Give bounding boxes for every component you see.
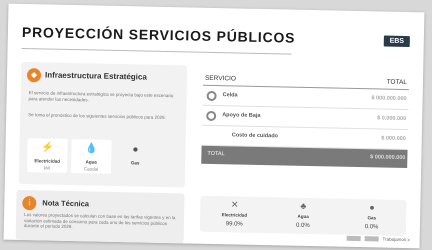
row-service-name: Celda <box>222 92 238 99</box>
infrastructure-forecast-note: Se toma el pronóstico de los siguientes … <box>28 112 166 120</box>
stat-value: 0.0% <box>296 222 310 230</box>
row-service-name: Apoyo de Baja <box>222 112 261 119</box>
mini-card-label: Electricidad <box>34 158 61 164</box>
water-drop-icon: ♣ <box>300 200 307 211</box>
radio-icon[interactable] <box>206 110 217 122</box>
page-title: PROYECCIÓN SERVICIOS PÚBLICOS <box>21 23 296 46</box>
mini-card-label: Agua <box>85 159 97 165</box>
column-header-total: TOTAL <box>386 78 408 87</box>
flame-icon: ● <box>132 144 139 156</box>
stat-water: ♣ Agua 0.0% <box>275 197 332 234</box>
column-header-service: SERVICIO <box>204 74 237 83</box>
table-total-row: TOTAL $ 000.000.000 <box>201 145 408 169</box>
info-icon: i <box>22 196 37 211</box>
services-table: SERVICIO TOTAL Celda $ 000.000.000 Apoyo… <box>201 73 410 169</box>
note-title: Nota Técnica <box>42 198 90 209</box>
shield-icon: ◆ <box>26 68 42 83</box>
service-mini-cards: ⚡ Electricidad kW 💧 Agua Caudal ● Gas <box>26 138 180 175</box>
lightning-icon: ✕ <box>230 199 239 210</box>
partner-logo <box>364 236 379 242</box>
stat-value: 0.0% <box>364 224 379 231</box>
stat-gas: ● Gas 0.0% <box>343 199 400 236</box>
flame-icon: ● <box>369 202 375 213</box>
mini-card-electricity: ⚡ Electricidad kW <box>26 138 68 173</box>
mini-card-value: Caudal <box>83 166 99 172</box>
stat-label: Gas <box>367 215 377 221</box>
total-label: TOTAL <box>207 150 225 158</box>
partner-logo <box>346 235 361 242</box>
radio-icon[interactable] <box>206 90 217 102</box>
total-amount: $ 000.000.000 <box>370 154 406 162</box>
infrastructure-title: Infraestructura Estratégica <box>44 70 147 82</box>
technical-note-card: i Nota Técnica Los valores proyectados s… <box>15 189 185 244</box>
stat-label: Agua <box>297 213 309 220</box>
brand-logo: EBS <box>383 35 410 48</box>
footer-label: Trabajamos x <box>382 236 410 243</box>
mini-card-water: 💧 Agua Caudal <box>70 139 112 174</box>
water-drop-icon: 💧 <box>85 143 98 155</box>
lightning-icon: ⚡ <box>41 142 54 154</box>
row-amount: $ 000.000 <box>381 135 406 143</box>
row-amount: $ 000.000.000 <box>371 95 407 103</box>
mini-card-value: kW <box>43 165 51 171</box>
infrastructure-card: ◆ Infraestructura Estratégica El servici… <box>18 61 188 188</box>
stat-label: Electricidad <box>221 212 248 218</box>
stat-electricity: ✕ Electricidad 99.0% <box>206 196 263 233</box>
mini-card-label: Gas <box>130 160 140 166</box>
note-text: Los valores proyectados se calculan con … <box>23 212 176 230</box>
footer-logos: Trabajamos x <box>346 235 410 243</box>
row-service-name: Costo de cuidado <box>231 132 279 140</box>
mini-card-value <box>115 167 155 168</box>
mini-card-gas: ● Gas <box>115 140 156 175</box>
infrastructure-description: El servicio de infraestructura estratégi… <box>28 90 174 103</box>
presentation-slide: PROYECCIÓN SERVICIOS PÚBLICOS EBS ◆ Infr… <box>3 3 425 249</box>
row-amount: $ 0.000.000 <box>377 115 407 123</box>
title-divider <box>21 47 292 55</box>
service-stats: ✕ Electricidad 99.0% ♣ Agua 0.0% ● Gas 0… <box>199 195 407 237</box>
stat-value: 99.0% <box>225 221 243 228</box>
